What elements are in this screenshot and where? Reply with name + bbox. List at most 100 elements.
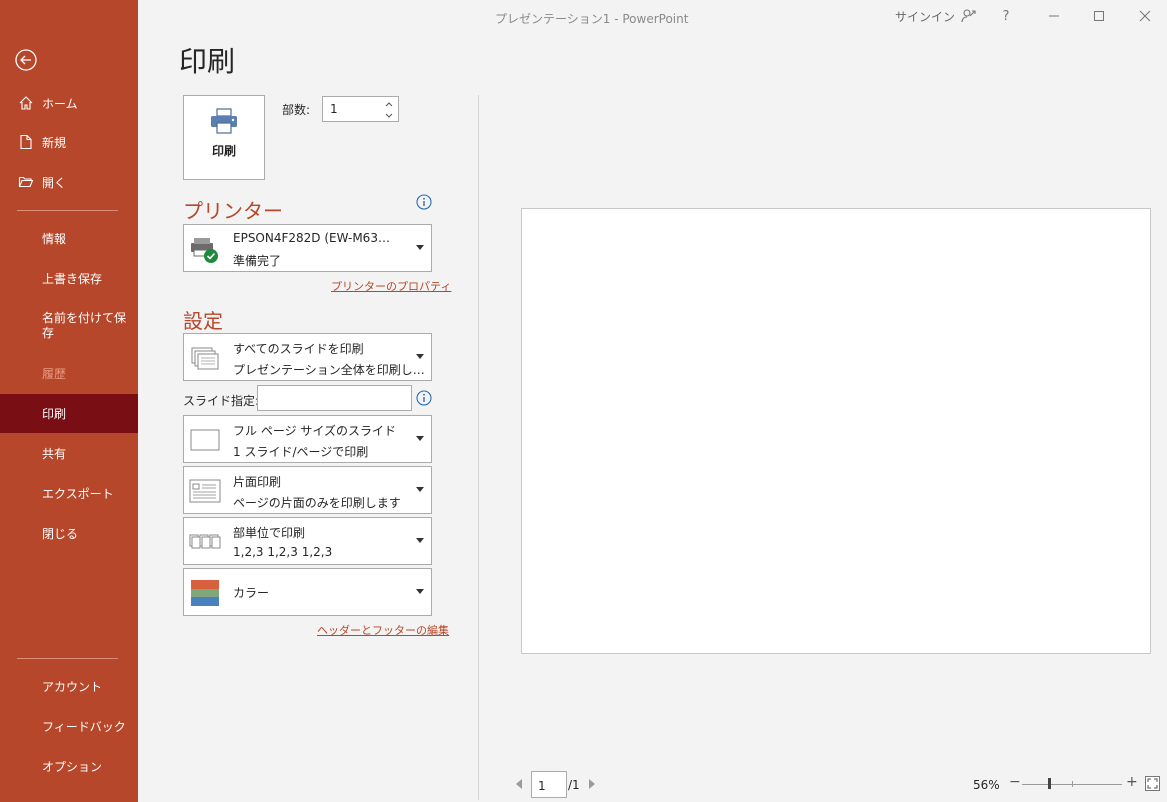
printer-icon <box>209 108 239 138</box>
collate-title: 部単位で印刷 <box>233 526 306 540</box>
sidebar-item-share[interactable]: 共有 <box>0 435 138 471</box>
sidebar-item-label: 印刷 <box>42 407 67 421</box>
fit-to-window-icon[interactable] <box>1145 776 1160 791</box>
open-folder-icon <box>16 174 36 190</box>
sides-desc: ページの片面のみを印刷します <box>233 496 401 510</box>
copies-input[interactable]: 1 <box>322 96 399 122</box>
sidebar-item-label: 上書き保存 <box>42 271 103 286</box>
sidebar-item-label: オプション <box>42 759 103 774</box>
new-document-icon <box>16 134 36 150</box>
slide-preview-page <box>521 208 1151 654</box>
sidebar-item-label: 新規 <box>42 135 67 150</box>
printer-properties-link[interactable]: プリンターのプロパティ <box>331 278 451 294</box>
copies-label: 部数: <box>282 103 311 117</box>
zoom-in-button[interactable]: + <box>1126 774 1138 790</box>
title-bar: プレゼンテーション1 - PowerPoint サインイン ? <box>138 0 1167 34</box>
all-slides-icon <box>188 341 222 375</box>
zoom-level[interactable]: 56% <box>973 778 1000 792</box>
window-title: プレゼンテーション1 - PowerPoint <box>495 12 689 26</box>
page-number-input[interactable]: 1 <box>531 771 567 798</box>
chevron-down-icon <box>416 436 424 441</box>
chevron-down-icon <box>416 538 424 543</box>
sidebar-item-close[interactable]: 閉じる <box>0 515 138 551</box>
chevron-down-icon <box>416 589 424 594</box>
signin-link[interactable]: サインイン <box>895 8 955 25</box>
back-arrow-icon[interactable] <box>14 48 38 72</box>
settings-section-header: 設定 <box>183 309 223 333</box>
page-title: 印刷 <box>179 45 236 78</box>
minimize-icon[interactable] <box>1044 6 1064 26</box>
sidebar-item-label: 履歴 <box>42 366 67 381</box>
zoom-slider-midmark <box>1072 781 1073 787</box>
previous-page-icon[interactable] <box>516 779 522 789</box>
layout-dropdown[interactable]: フル ページ サイズのスライド 1 スライド/ページで印刷 <box>183 415 432 463</box>
layout-title: フル ページ サイズのスライド <box>233 424 397 438</box>
sidebar-divider <box>17 658 118 659</box>
sidebar-item-new[interactable]: 新規 <box>0 124 138 160</box>
maximize-icon[interactable] <box>1089 6 1109 26</box>
layout-desc: 1 スライド/ページで印刷 <box>233 445 369 459</box>
sidebar-divider <box>17 210 118 211</box>
zoom-slider-thumb[interactable] <box>1048 778 1051 789</box>
collate-desc: 1,2,3 1,2,3 1,2,3 <box>233 545 333 559</box>
print-range-title: すべてのスライドを印刷 <box>233 342 364 356</box>
print-button-label: 印刷 <box>211 144 236 158</box>
sidebar-item-label: フィードバック <box>42 719 126 734</box>
page-total: /1 <box>568 778 580 792</box>
header-footer-link[interactable]: ヘッダーとフッターの編集 <box>317 622 449 638</box>
print-range-desc: プレゼンテーション全体を印刷し… <box>233 363 425 377</box>
printer-ready-icon <box>188 232 222 266</box>
sidebar-item-open[interactable]: 開く <box>0 164 138 200</box>
close-icon[interactable] <box>1135 6 1155 26</box>
collated-icon <box>188 525 222 559</box>
spin-down-icon[interactable] <box>383 110 395 120</box>
color-dropdown[interactable]: カラー <box>183 568 432 616</box>
sidebar-item-export[interactable]: エクスポート <box>0 475 138 511</box>
sidebar-item-save[interactable]: 上書き保存 <box>0 260 138 296</box>
panel-divider <box>478 95 479 800</box>
collate-dropdown[interactable]: 部単位で印刷 1,2,3 1,2,3 1,2,3 <box>183 517 432 565</box>
next-page-icon[interactable] <box>589 779 595 789</box>
printer-dropdown[interactable]: EPSON4F282D (EW-M63… 準備完了 <box>183 224 432 272</box>
sidebar-item-label: 開く <box>42 175 67 190</box>
page-number-value: 1 <box>538 779 546 793</box>
sidebar-item-label: 情報 <box>42 231 67 246</box>
sidebar-item-label: 名前を付けて保存 <box>42 311 127 340</box>
sidebar-item-options[interactable]: オプション <box>0 748 138 784</box>
one-sided-icon <box>188 474 222 508</box>
sidebar-item-save-as[interactable]: 名前を付けて保存 <box>0 311 138 355</box>
copies-value: 1 <box>330 102 338 116</box>
zoom-out-button[interactable]: − <box>1009 774 1021 790</box>
color-title: カラー <box>233 586 270 600</box>
color-icon <box>188 576 222 610</box>
sidebar-item-label: アカウント <box>42 679 103 694</box>
slides-label: スライド指定: <box>183 394 260 408</box>
printer-name: EPSON4F282D (EW-M63… <box>233 231 390 245</box>
sidebar-item-account[interactable]: アカウント <box>0 668 138 704</box>
help-icon[interactable]: ? <box>996 6 1016 26</box>
sidebar-item-feedback[interactable]: フィードバック <box>0 708 138 744</box>
chevron-down-icon <box>416 487 424 492</box>
backstage-sidebar: ホーム 新規 開く 情報 上書き保存 名前を付けて保存 履歴 印刷 共有 エクス… <box>0 0 138 802</box>
sides-title: 片面印刷 <box>233 475 282 489</box>
sidebar-item-label: 閉じる <box>42 526 79 541</box>
sidebar-item-label: ホーム <box>42 96 78 111</box>
sidebar-item-home[interactable]: ホーム <box>0 85 138 121</box>
slides-input[interactable] <box>257 385 412 411</box>
sidebar-item-info[interactable]: 情報 <box>0 220 138 256</box>
printer-status: 準備完了 <box>233 254 282 268</box>
sides-dropdown[interactable]: 片面印刷 ページの片面のみを印刷します <box>183 466 432 514</box>
info-icon[interactable] <box>416 194 432 210</box>
info-icon[interactable] <box>416 390 432 406</box>
coauthor-icon[interactable] <box>958 6 978 26</box>
sidebar-item-history[interactable]: 履歴 <box>0 355 138 391</box>
print-button[interactable]: 印刷 <box>183 95 265 180</box>
sidebar-item-print[interactable]: 印刷 <box>0 394 138 433</box>
spin-up-icon[interactable] <box>383 99 395 109</box>
chevron-down-icon <box>416 245 424 250</box>
sidebar-item-label: エクスポート <box>42 486 114 501</box>
full-page-slide-icon <box>188 423 222 457</box>
sidebar-item-label: 共有 <box>42 446 67 461</box>
print-range-dropdown[interactable]: すべてのスライドを印刷 プレゼンテーション全体を印刷し… <box>183 333 432 381</box>
home-icon <box>16 95 36 111</box>
